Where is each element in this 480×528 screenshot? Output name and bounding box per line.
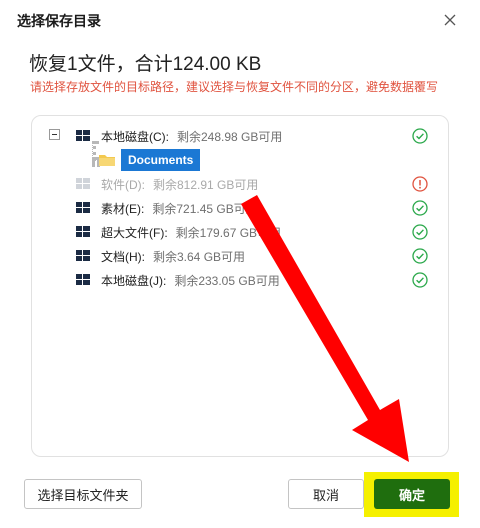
choose-folder-button[interactable]: 选择目标文件夹 [24,479,142,509]
ok-icon [412,272,428,288]
close-icon[interactable] [442,12,458,28]
drive-name: 素材(E): [101,201,145,216]
ok-icon [412,200,428,216]
drive-free-space: 剩余233.05 GB可用 [174,273,280,288]
drive-name: 软件(D): [101,177,145,192]
drive-free-space: 剩余248.98 GB可用 [177,129,283,144]
recovery-summary: 恢复1文件，合计124.00 KB [29,54,262,75]
ok-icon [412,248,428,264]
drive-row-f[interactable]: 超大文件(F): 剩余179.67 GB可用 [75,221,281,243]
drive-free-space: 剩余3.64 GB可用 [153,249,246,264]
drive-row-d: 软件(D): 剩余812.91 GB可用 [75,173,258,195]
selected-folder-label: Documents [121,149,201,171]
folder-icon [99,155,115,166]
ok-icon [412,128,428,144]
drive-icon [76,226,90,237]
drive-free-space: 剩余179.67 GB可用 [175,225,282,240]
dialog-titlebar: 选择保存目录 [0,0,480,40]
drive-free-space: 剩余721.45 GB可用 [152,201,258,216]
ok-icon [412,224,428,240]
drive-name: 超大文件(F): [101,225,168,240]
drive-name: 本地磁盘(J): [101,273,167,288]
drive-row-j[interactable]: 本地磁盘(J): 剩余233.05 GB可用 [75,269,280,291]
confirm-button[interactable]: 确定 [374,479,450,509]
drive-name: 本地磁盘(C): [101,129,169,144]
drive-row-e[interactable]: 素材(E): 剩余721.45 GB可用 [75,197,258,219]
drive-icon [76,250,90,261]
cancel-button[interactable]: 取消 [288,479,364,509]
drive-icon [76,130,90,141]
save-path-hint: 请选择存放文件的目标路径，建议选择与恢复文件不同的分区，避免数据覆写 [30,80,439,94]
drive-free-space: 剩余812.91 GB可用 [153,177,259,192]
drive-name: 文档(H): [101,249,145,264]
drive-row-c[interactable]: 本地磁盘(C): 剩余248.98 GB可用 [75,125,282,147]
collapse-icon[interactable] [49,129,60,140]
drive-icon [76,274,90,285]
dialog-title: 选择保存目录 [17,13,101,29]
warning-icon [412,176,428,192]
drive-row-h[interactable]: 文档(H): 剩余3.64 GB可用 [75,245,245,267]
folder-row-documents[interactable]: Documents [98,149,201,171]
drive-icon [76,202,90,213]
drive-icon [76,178,90,189]
